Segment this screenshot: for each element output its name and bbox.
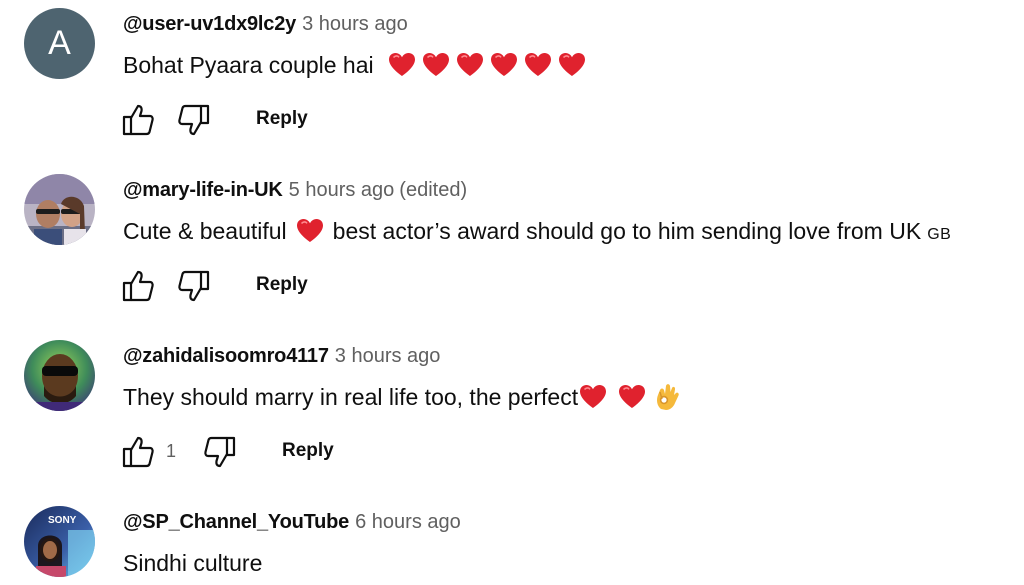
- reply-button[interactable]: Reply: [256, 274, 308, 296]
- heart-icon: [296, 218, 324, 243]
- flag-gb: GB: [927, 226, 952, 243]
- avatar-photo: [24, 340, 95, 411]
- comment-text: Sindhi culture: [123, 550, 263, 576]
- comment-header: @mary-life-in-UK 5 hours ago (edited): [123, 177, 467, 203]
- avatar[interactable]: [24, 174, 95, 245]
- comment-timestamp[interactable]: 3 hours ago: [335, 345, 441, 367]
- heart-icon: [579, 384, 607, 409]
- author-name[interactable]: @mary-life-in-UK: [123, 179, 283, 201]
- comment-text: Cute & beautiful best actor’s award shoul…: [123, 218, 952, 244]
- reply-button[interactable]: Reply: [256, 108, 308, 130]
- like-button[interactable]: [118, 100, 158, 140]
- avatar[interactable]: A: [24, 8, 95, 79]
- edited-label: (edited): [399, 179, 468, 201]
- heart-icon: [490, 52, 518, 77]
- thumbs-up-icon: [121, 269, 155, 303]
- heart-icon: [524, 52, 552, 77]
- comment-text: They should marry in real life too, the …: [123, 382, 681, 412]
- ok-hand-icon: [657, 384, 679, 410]
- comment-header: @zahidalisoomro4117 3 hours ago: [123, 343, 440, 369]
- comment-timestamp[interactable]: 3 hours ago: [302, 13, 408, 35]
- dislike-button[interactable]: [174, 266, 214, 306]
- avatar-brand-text: SONY: [48, 515, 77, 526]
- dislike-button[interactable]: [174, 100, 214, 140]
- comment-header: @user-uv1dx9lc2y 3 hours ago: [123, 11, 408, 37]
- avatar[interactable]: [24, 340, 95, 411]
- author-name[interactable]: @SP_Channel_YouTube: [123, 511, 349, 533]
- like-button[interactable]: [118, 266, 158, 306]
- heart-icon: [618, 384, 646, 409]
- heart-icon: [558, 52, 586, 77]
- thumbs-down-icon: [203, 435, 237, 469]
- like-count: 1: [166, 441, 177, 461]
- comment-header: @SP_Channel_YouTube 6 hours ago: [123, 509, 461, 535]
- avatar[interactable]: SONY: [24, 506, 95, 577]
- thumbs-up-icon: [121, 103, 155, 137]
- author-name[interactable]: @user-uv1dx9lc2y: [123, 13, 296, 35]
- heart-icon: [388, 52, 416, 77]
- comment-timestamp[interactable]: 5 hours ago: [289, 179, 395, 201]
- heart-icon: [422, 52, 450, 77]
- thumbs-down-icon: [177, 269, 211, 303]
- avatar-photo: SONY: [24, 506, 95, 577]
- like-button[interactable]: [118, 432, 158, 472]
- avatar-photo: [24, 174, 95, 245]
- dislike-button[interactable]: [200, 432, 240, 472]
- thumbs-up-icon: [121, 435, 155, 469]
- comment-text: Bohat Pyaara couple hai: [123, 50, 589, 80]
- thumbs-down-icon: [177, 103, 211, 137]
- comment-timestamp[interactable]: 6 hours ago: [355, 511, 461, 533]
- author-name[interactable]: @zahidalisoomro4117: [123, 345, 329, 367]
- reply-button[interactable]: Reply: [282, 440, 334, 462]
- heart-icon: [456, 52, 484, 77]
